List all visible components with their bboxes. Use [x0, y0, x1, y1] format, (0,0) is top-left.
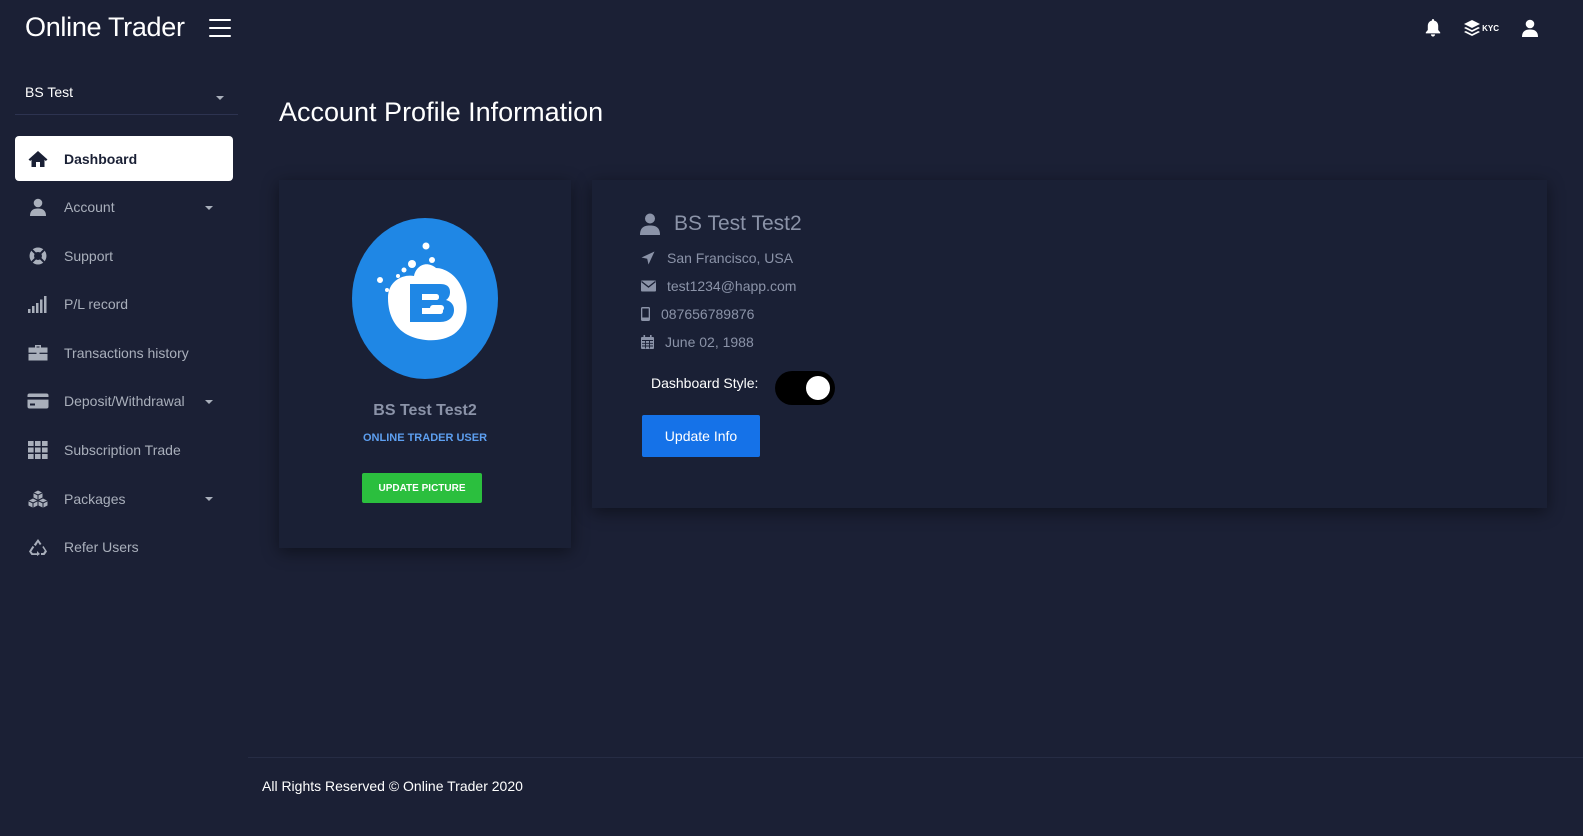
sidebar-item-packages[interactable]: Packages — [15, 476, 233, 521]
sidebar-item-pl-record[interactable]: P/L record — [15, 282, 233, 327]
profile-card: BS Test Test2 ONLINE TRADER USER UPDATE … — [279, 180, 571, 548]
location-arrow-icon — [640, 251, 656, 265]
sidebar-item-label: P/L record — [64, 296, 129, 313]
sidebar-nav: Dashboard Account Support P/L record Tra… — [15, 136, 233, 573]
dashboard-style-label: Dashboard Style: — [651, 375, 759, 391]
sidebar-item-label: Subscription Trade — [64, 442, 181, 459]
info-location: San Francisco, USA — [640, 250, 793, 266]
chevron-down-icon — [216, 96, 224, 100]
user-icon[interactable] — [1521, 19, 1539, 37]
info-name-row: BS Test Test2 — [640, 212, 802, 236]
toggle-knob — [806, 376, 830, 400]
info-location-text: San Francisco, USA — [667, 250, 794, 266]
bell-icon[interactable] — [1425, 19, 1441, 37]
sidebar-item-dashboard[interactable]: Dashboard — [15, 136, 233, 181]
info-dob: June 02, 1988 — [640, 334, 754, 350]
sidebar-item-refer-users[interactable]: Refer Users — [15, 525, 233, 570]
app-title[interactable]: Online Trader — [25, 12, 185, 43]
lifebuoy-icon — [27, 245, 49, 267]
sidebar-item-label: Support — [64, 247, 114, 264]
info-email: test1234@happ.com — [640, 278, 796, 294]
sidebar-item-label: Refer Users — [64, 539, 139, 556]
sidebar-item-transactions-history[interactable]: Transactions history — [15, 330, 233, 375]
briefcase-icon — [27, 342, 49, 364]
page-title: Account Profile Information — [279, 97, 604, 127]
user-icon — [27, 196, 49, 218]
profile-name: BS Test Test2 — [373, 402, 477, 419]
home-icon — [27, 148, 49, 170]
update-info-button[interactable]: Update Info — [642, 415, 760, 457]
credit-card-icon — [27, 390, 49, 412]
avatar — [352, 218, 498, 379]
cubes-icon — [27, 488, 49, 510]
signal-icon — [27, 293, 49, 315]
chevron-down-icon — [205, 205, 213, 210]
user-dropdown[interactable]: BS Test — [25, 84, 238, 116]
user-icon — [640, 213, 660, 235]
sidebar-item-label: Packages — [64, 490, 126, 507]
profile-info-card: BS Test Test2 San Francisco, USA test123… — [592, 180, 1547, 508]
info-name: BS Test Test2 — [674, 212, 802, 235]
sidebar-item-account[interactable]: Account — [15, 185, 233, 230]
topbar-actions: KYC — [1425, 19, 1539, 37]
layers-icon — [1464, 20, 1481, 36]
info-phone-text: 087656789876 — [661, 306, 755, 322]
mobile-icon — [640, 307, 650, 321]
top-navbar: Online Trader KYC — [0, 0, 1583, 62]
sidebar-item-label: Account — [64, 199, 115, 216]
footer-divider — [248, 757, 1583, 758]
envelope-icon — [640, 280, 656, 292]
dashboard-style-toggle[interactable] — [775, 371, 835, 405]
sidebar-item-subscription-trade[interactable]: Subscription Trade — [15, 428, 233, 473]
sidebar-item-label: Transactions history — [64, 344, 189, 361]
sidebar-item-support[interactable]: Support — [15, 233, 233, 278]
grid-icon — [27, 439, 49, 461]
info-email-text: test1234@happ.com — [667, 278, 797, 294]
profile-role: ONLINE TRADER USER — [362, 432, 488, 444]
chevron-down-icon — [205, 399, 213, 404]
sidebar-item-label: Dashboard — [64, 150, 138, 167]
update-picture-button[interactable]: UPDATE PICTURE — [362, 473, 482, 503]
sidebar-divider — [15, 114, 238, 115]
info-dob-text: June 02, 1988 — [665, 334, 754, 350]
user-dropdown-label: BS Test — [25, 84, 73, 100]
menu-icon[interactable] — [209, 19, 231, 39]
chevron-down-icon — [205, 497, 213, 502]
kyc-label: KYC — [1482, 23, 1499, 33]
recycle-icon — [27, 536, 49, 558]
footer-text: All Rights Reserved © Online Trader 2020 — [262, 778, 523, 794]
info-phone: 087656789876 — [640, 306, 754, 322]
kyc-button[interactable]: KYC — [1463, 19, 1499, 37]
sidebar-item-deposit-withdrawal[interactable]: Deposit/Withdrawal — [15, 379, 233, 424]
calendar-icon — [640, 335, 654, 349]
sidebar: BS Test Dashboard Account Support P/L re… — [0, 62, 248, 836]
sidebar-item-label: Deposit/Withdrawal — [64, 393, 185, 410]
